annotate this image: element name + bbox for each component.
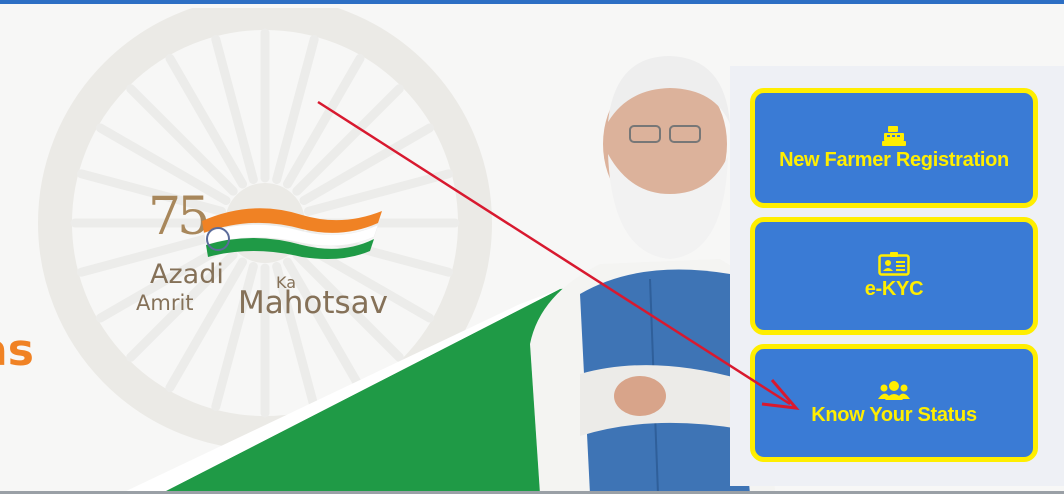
annotation-arrow [317,100,800,410]
